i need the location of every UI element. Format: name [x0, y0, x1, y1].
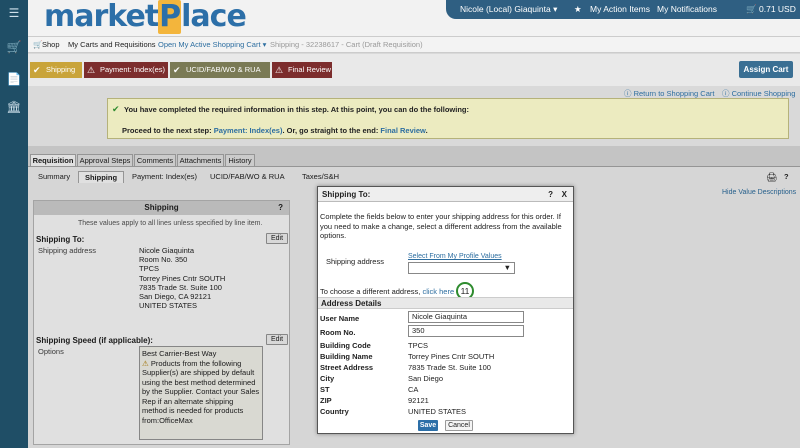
zip-value: 92121 [408, 396, 429, 405]
country-label: Country [320, 407, 349, 416]
address-details-header: Address Details [318, 297, 573, 309]
shipping-address-select[interactable]: ▼ [408, 262, 515, 274]
step-shipping[interactable]: ✔ Shipping [30, 62, 82, 78]
completion-notice: ✔ You have completed the required inform… [107, 98, 789, 139]
room-label: Room No. [320, 328, 356, 337]
city-value: San Diego [408, 374, 444, 383]
action-items-link[interactable]: My Action Items [590, 4, 650, 14]
carts-link[interactable]: My Carts and Requisitions [68, 40, 156, 49]
institution-icon[interactable]: 🏛 [6, 100, 22, 114]
cart-total[interactable]: 0.71 USD [759, 4, 796, 14]
cart-icon-small[interactable]: 🛒 [746, 4, 757, 15]
step-ucid[interactable]: ✔ UCID/FAB/WO & RUA [170, 62, 270, 78]
user-bar: Nicole (Local) Giaquinta ▾ ★ My Action I… [446, 0, 800, 19]
marketplace-logo[interactable]: marketPlace [44, 0, 247, 36]
warning-icon: ⚠ [275, 65, 284, 75]
notice-actions: Proceed to the next step: Payment: Index… [122, 126, 428, 135]
room-field[interactable]: 350 [408, 325, 524, 337]
breadcrumb: Shipping - 32238617 - Cart (Draft Requis… [270, 40, 423, 49]
choose-address-text: To choose a different address, click her… [320, 287, 455, 296]
country-value: UNITED STATES [408, 407, 467, 416]
check-icon: ✔ [33, 65, 41, 75]
user-name-field[interactable]: Nicole Giaquinta [408, 311, 524, 323]
city-label: City [320, 374, 335, 383]
open-cart-link[interactable]: Open My Active Shopping Cart ▾ [158, 40, 266, 49]
notifications-link[interactable]: My Notifications [657, 4, 717, 14]
profile-values-link[interactable]: Select From My Profile Values [408, 253, 502, 260]
cancel-button[interactable]: Cancel [445, 420, 473, 431]
cart-icon[interactable]: 🛒 [6, 40, 22, 54]
notice-text: You have completed the required informat… [124, 105, 470, 114]
final-review-link[interactable]: Final Review [380, 126, 425, 135]
steps-bar: ✔ Shipping ⚠ Payment: Index(es) ✔ UCID/FAB/… [28, 54, 800, 86]
dialog-address-label: Shipping address [326, 257, 384, 266]
step-payment[interactable]: ⚠ Payment: Index(es) [84, 62, 168, 78]
warning-icon: ⚠ [87, 65, 96, 75]
close-icon[interactable]: X [562, 187, 567, 202]
street-address-value: 7835 Trade St. Suite 100 [408, 363, 491, 372]
dialog-intro: Complete the fields below to enter your … [320, 212, 562, 240]
shipping-to-dialog: Shipping To: ? X Complete the fields bel… [317, 186, 574, 434]
shop-icon[interactable]: 🛒 [33, 40, 42, 49]
check-icon: ✔ [173, 65, 181, 75]
street-address-label: Street Address [320, 363, 374, 372]
dialog-title: Shipping To: [322, 190, 371, 199]
dialog-header: Shipping To: ? X [318, 187, 573, 202]
step-final-review[interactable]: ⚠ Final Review [272, 62, 332, 78]
user-name-label: User Name [320, 314, 360, 323]
building-code-value: TPCS [408, 341, 429, 350]
user-menu[interactable]: Nicole (Local) Giaquinta ▾ [460, 4, 557, 15]
save-button[interactable]: Save [418, 420, 438, 431]
dialog-help-icon[interactable]: ? [548, 187, 553, 202]
building-name-value: Torrey Pines Cntr SOUTH [408, 352, 495, 361]
state-value: CA [408, 385, 419, 394]
check-circle-icon: ✔ [112, 104, 120, 114]
menu-icon[interactable]: ☰ [6, 6, 22, 20]
zip-label: ZIP [320, 396, 332, 405]
star-icon[interactable]: ★ [574, 4, 582, 15]
documents-icon[interactable]: 📄 [6, 72, 22, 86]
next-step-link[interactable]: Payment: Index(es) [214, 126, 283, 135]
building-name-label: Building Name [320, 352, 373, 361]
nav-bar: 🛒 Shop My Carts and Requisitions Open My… [28, 36, 800, 53]
chevron-down-icon: ▼ [503, 263, 511, 272]
shop-link[interactable]: Shop [42, 40, 60, 49]
state-label: ST [320, 385, 330, 394]
click-here-link[interactable]: click here [422, 287, 454, 296]
assign-cart-button[interactable]: Assign Cart [739, 61, 793, 78]
left-sidebar: ☰ 🛒 📄 🏛 [0, 0, 28, 448]
building-code-label: Building Code [320, 341, 371, 350]
